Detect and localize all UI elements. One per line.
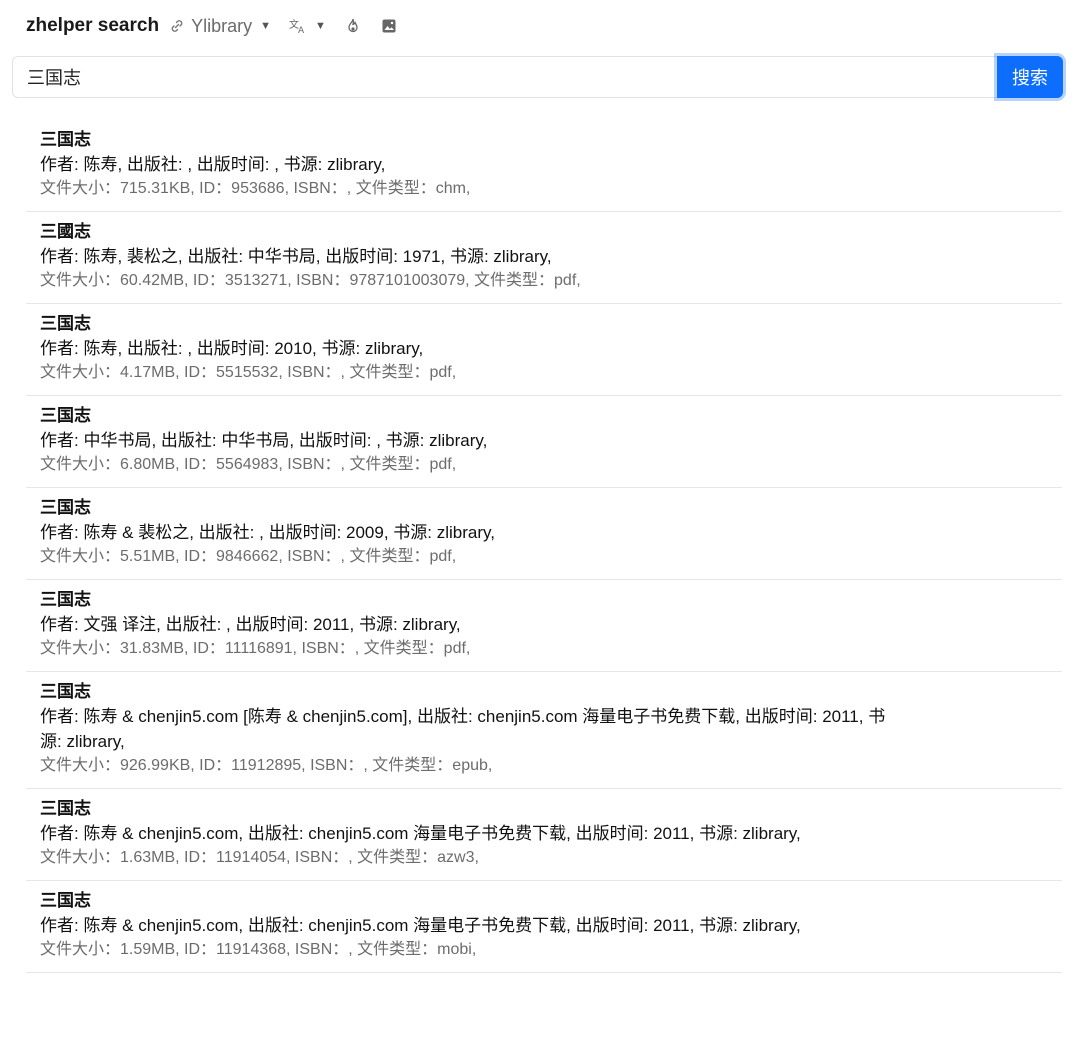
result-meta: 作者: 陈寿, 出版社: , 出版时间: , 书源: zlibrary, xyxy=(40,155,386,174)
language-dropdown[interactable]: 文A ▼ xyxy=(289,18,326,34)
result-file-info: 文件大小：5.51MB, ID：9846662, ISBN：, 文件类型：pdf… xyxy=(40,548,457,565)
chevron-down-icon: ▼ xyxy=(314,20,326,32)
result-meta: 作者: 中华书局, 出版社: 中华书局, 出版时间: , 书源: zlibrar… xyxy=(40,431,488,450)
result-item[interactable]: 三国志 作者: 陈寿 & chenjin5.com [陈寿 & chenjin5… xyxy=(26,672,1062,789)
result-title[interactable]: 三国志 xyxy=(40,404,1062,428)
translate-icon: 文A xyxy=(289,18,307,34)
result-title[interactable]: 三国志 xyxy=(40,680,1062,704)
library-label: Ylibrary xyxy=(191,15,253,36)
search-input[interactable] xyxy=(12,56,1012,98)
result-item[interactable]: 三国志 作者: 中华书局, 出版社: 中华书局, 出版时间: , 书源: zli… xyxy=(26,396,1062,488)
result-title[interactable]: 三国志 xyxy=(40,889,1062,913)
result-file-info: 文件大小：1.63MB, ID：11914054, ISBN：, 文件类型：az… xyxy=(40,849,479,866)
result-file-info: 文件大小：60.42MB, ID：3513271, ISBN：978710100… xyxy=(40,272,581,289)
result-meta: 作者: 陈寿 & chenjin5.com [陈寿 & chenjin5.com… xyxy=(40,707,886,751)
search-button[interactable]: 搜索 xyxy=(997,56,1063,98)
result-item[interactable]: 三国志 作者: 陈寿, 出版社: , 出版时间: 2010, 书源: zlibr… xyxy=(26,304,1062,396)
search-bar: 搜索 xyxy=(12,56,1064,98)
result-title[interactable]: 三國志 xyxy=(40,220,1062,244)
top-bar: zhelper search Ylibrary ▼ 文A ▼ xyxy=(26,12,396,40)
result-item[interactable]: 三国志 作者: 文强 译注, 出版社: , 出版时间: 2011, 书源: zl… xyxy=(26,580,1062,672)
result-title[interactable]: 三国志 xyxy=(40,797,1062,821)
result-meta: 作者: 陈寿 & chenjin5.com, 出版社: chenjin5.com… xyxy=(40,916,801,935)
result-title[interactable]: 三国志 xyxy=(40,128,1062,152)
chevron-down-icon: ▼ xyxy=(260,20,271,32)
result-file-info: 文件大小：31.83MB, ID：11116891, ISBN：, 文件类型：p… xyxy=(40,640,471,657)
result-meta: 作者: 陈寿, 出版社: , 出版时间: 2010, 书源: zlibrary, xyxy=(40,339,424,358)
link-icon xyxy=(169,18,185,34)
result-file-info: 文件大小：1.59MB, ID：11914368, ISBN：, 文件类型：mo… xyxy=(40,941,477,958)
result-item[interactable]: 三国志 作者: 陈寿, 出版社: , 出版时间: , 书源: zlibrary,… xyxy=(26,120,1062,212)
result-file-info: 文件大小：4.17MB, ID：5515532, ISBN：, 文件类型：pdf… xyxy=(40,364,457,381)
result-title[interactable]: 三国志 xyxy=(40,588,1062,612)
result-item[interactable]: 三国志 作者: 陈寿 & chenjin5.com, 出版社: chenjin5… xyxy=(26,789,1062,881)
fire-icon[interactable] xyxy=(346,18,360,34)
result-item[interactable]: 三国志 作者: 陈寿 & chenjin5.com, 出版社: chenjin5… xyxy=(26,881,1062,973)
result-meta: 作者: 文强 译注, 出版社: , 出版时间: 2011, 书源: zlibra… xyxy=(40,615,461,634)
brand-title: zhelper search xyxy=(26,15,160,36)
result-meta: 作者: 陈寿 & chenjin5.com, 出版社: chenjin5.com… xyxy=(40,824,801,843)
image-icon[interactable] xyxy=(382,19,396,33)
results-list: 三国志 作者: 陈寿, 出版社: , 出版时间: , 书源: zlibrary,… xyxy=(26,120,1062,973)
library-dropdown[interactable]: Ylibrary ▼ xyxy=(169,16,271,37)
result-title[interactable]: 三国志 xyxy=(40,312,1062,336)
result-meta: 作者: 陈寿 & 裴松之, 出版社: , 出版时间: 2009, 书源: zli… xyxy=(40,523,495,542)
result-file-info: 文件大小：926.99KB, ID：11912895, ISBN：, 文件类型：… xyxy=(40,757,493,774)
result-meta: 作者: 陈寿, 裴松之, 出版社: 中华书局, 出版时间: 1971, 书源: … xyxy=(40,247,552,266)
result-title[interactable]: 三国志 xyxy=(40,496,1062,520)
svg-text:A: A xyxy=(298,26,305,34)
result-file-info: 文件大小：6.80MB, ID：5564983, ISBN：, 文件类型：pdf… xyxy=(40,456,457,473)
result-item[interactable]: 三国志 作者: 陈寿 & 裴松之, 出版社: , 出版时间: 2009, 书源:… xyxy=(26,488,1062,580)
result-item[interactable]: 三國志 作者: 陈寿, 裴松之, 出版社: 中华书局, 出版时间: 1971, … xyxy=(26,212,1062,304)
result-file-info: 文件大小：715.31KB, ID：953686, ISBN：, 文件类型：ch… xyxy=(40,180,471,197)
